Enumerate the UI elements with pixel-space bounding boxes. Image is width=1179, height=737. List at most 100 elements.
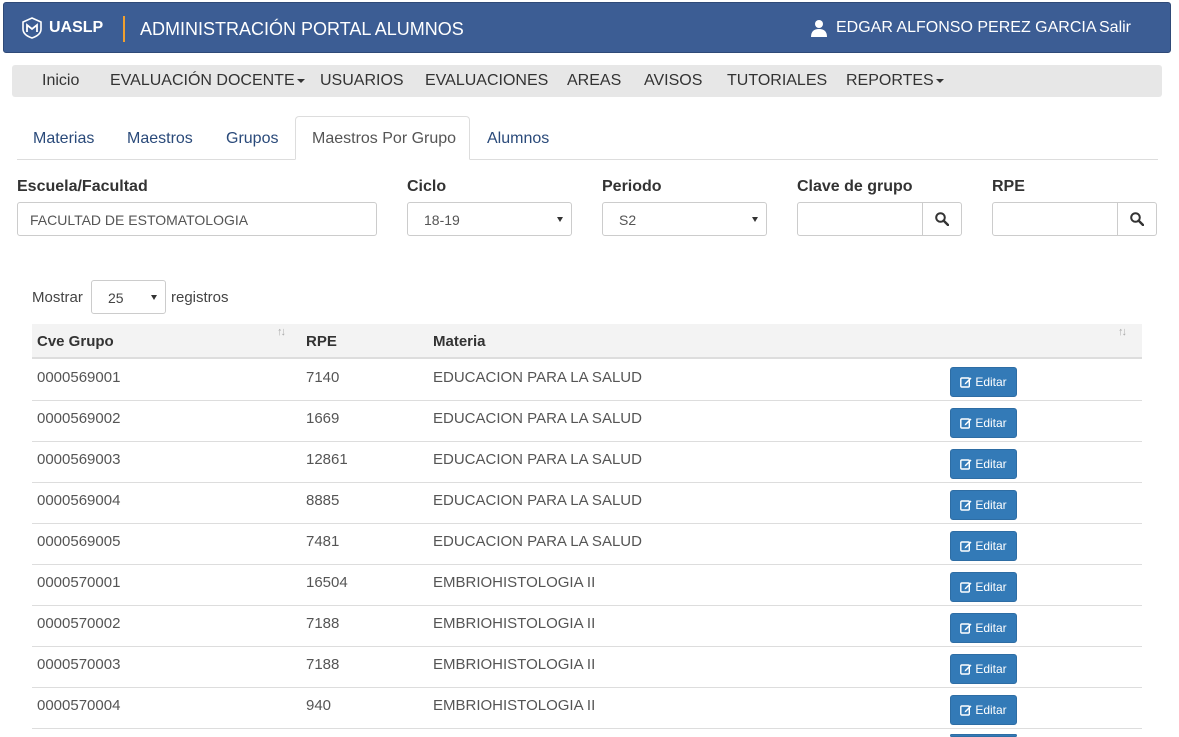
menu-item-label: REPORTES (846, 72, 934, 89)
select-arrow-icon (752, 217, 758, 222)
edit-icon (960, 418, 972, 429)
user-icon (810, 19, 828, 37)
logout-link[interactable]: Salir (1099, 19, 1131, 37)
menu-item-label: EVALUACIONES (425, 72, 549, 89)
edit-button[interactable]: Editar (950, 654, 1017, 684)
menu-item-label: AREAS (567, 72, 622, 89)
menu-item-label: EVALUACIÓN DOCENTE (110, 72, 295, 89)
caret-down-icon (296, 78, 305, 83)
edit-button[interactable]: Editar (950, 695, 1017, 725)
group-cell: 0000569001 (37, 369, 121, 386)
column-header-rpe[interactable]: RPE (306, 333, 337, 350)
tabs-divider (17, 159, 1158, 160)
tab-alumnos[interactable]: Alumnos (487, 130, 549, 148)
sort-icon[interactable]: ↑↓ (1118, 326, 1127, 338)
menu-item-inicio[interactable]: Inicio (42, 72, 79, 90)
table-header: Cve Grupo ↑↓ RPE Materia ↑↓ (32, 324, 1142, 359)
subject-cell: EDUCACION PARA LA SALUD (433, 410, 642, 427)
cycle-label: Ciclo (407, 178, 447, 195)
group-cell: 0000569002 (37, 410, 121, 427)
menu-item-label: TUTORIALES (727, 72, 828, 89)
rpe-input[interactable] (992, 202, 1118, 236)
edit-icon (960, 377, 972, 388)
edit-button[interactable]: Editar (950, 408, 1017, 438)
table-row: 0000570004 940 EMBRIOHISTOLOGIA II Edita… (32, 688, 1142, 729)
period-value: S2 (619, 212, 637, 228)
table-row: 0000570002 7188 EMBRIOHISTOLOGIA II Edit… (32, 606, 1142, 647)
tab-maestros-por-grupo[interactable]: Maestros Por Grupo (295, 116, 470, 160)
edit-button[interactable]: Editar (950, 572, 1017, 602)
length-select[interactable]: 25 (91, 280, 166, 314)
main-menu: Inicio EVALUACIÓN DOCENTE USUARIOS EVALU… (12, 65, 1162, 97)
menu-item-evaluacion-docente[interactable]: EVALUACIÓN DOCENTE (110, 72, 305, 90)
table-row: 0000569003 12861 EDUCACION PARA LA SALUD… (32, 442, 1142, 483)
table-row: 0000569005 7481 EDUCACION PARA LA SALUD … (32, 524, 1142, 565)
edit-icon (960, 664, 972, 675)
length-suffix: registros (171, 289, 229, 306)
length-value: 25 (108, 290, 124, 306)
subject-cell: EMBRIOHISTOLOGIA II (433, 615, 596, 632)
rpe-search-button[interactable] (1117, 202, 1157, 236)
user-name: EDGAR ALFONSO PEREZ GARCIA (836, 19, 1097, 36)
edit-button[interactable]: Editar (950, 449, 1017, 479)
school-value: FACULTAD DE ESTOMATOLOGIA (30, 212, 249, 228)
tab-maestros[interactable]: Maestros (127, 130, 193, 148)
subject-cell: EMBRIOHISTOLOGIA II (433, 574, 596, 591)
menu-item-label: Inicio (42, 72, 80, 89)
edit-button-label: Editar (975, 375, 1007, 389)
group-cell: 0000570001 (37, 574, 121, 591)
menu-item-evaluaciones[interactable]: EVALUACIONES (425, 72, 548, 90)
sort-icon[interactable]: ↑↓ (277, 326, 286, 338)
edit-icon (960, 705, 972, 716)
table-row: 0000569001 7140 EDUCACION PARA LA SALUD … (32, 360, 1142, 401)
rpe-cell: 7481 (306, 533, 340, 550)
subject-cell: EDUCACION PARA LA SALUD (433, 533, 642, 550)
menu-item-reportes[interactable]: REPORTES (846, 72, 944, 90)
menu-item-avisos[interactable]: AVISOS (644, 72, 702, 90)
menu-item-label: AVISOS (644, 72, 703, 89)
menu-item-areas[interactable]: AREAS (567, 72, 621, 90)
group-cell: 0000569003 (37, 451, 121, 468)
subject-cell: EMBRIOHISTOLOGIA II (433, 656, 596, 673)
edit-icon (960, 582, 972, 593)
edit-icon (960, 541, 972, 552)
menu-item-tutoriales[interactable]: TUTORIALES (727, 72, 827, 90)
edit-button[interactable]: Editar (950, 613, 1017, 643)
search-icon (935, 212, 949, 226)
rpe-cell: 7140 (306, 369, 340, 386)
search-icon (1130, 212, 1144, 226)
select-arrow-icon (151, 295, 157, 300)
edit-button-label: Editar (975, 703, 1007, 717)
edit-button[interactable]: Editar (950, 367, 1017, 397)
tab-grupos[interactable]: Grupos (226, 130, 278, 148)
group-key-input[interactable] (797, 202, 923, 236)
brand-logo[interactable]: UASLP (21, 17, 103, 39)
group-cell: 0000569005 (37, 533, 121, 550)
column-header-cve-grupo[interactable]: Cve Grupo (37, 333, 114, 350)
edit-icon (960, 500, 972, 511)
rpe-cell: 12861 (306, 451, 348, 468)
app-title: ADMINISTRACIÓN PORTAL ALUMNOS (140, 19, 464, 39)
tab-label: Maestros Por Grupo (312, 130, 457, 147)
group-key-search-button[interactable] (922, 202, 962, 236)
column-header-materia[interactable]: Materia (433, 333, 486, 350)
school-field[interactable]: FACULTAD DE ESTOMATOLOGIA (17, 202, 377, 236)
select-arrow-icon (557, 217, 563, 222)
tab-materias[interactable]: Materias (33, 130, 94, 148)
cycle-value: 18-19 (424, 212, 460, 228)
edit-button[interactable]: Editar (950, 490, 1017, 520)
menu-item-label: USUARIOS (320, 72, 404, 89)
edit-button[interactable]: Editar (950, 531, 1017, 561)
period-select[interactable]: S2 (602, 202, 767, 236)
subject-cell: EDUCACION PARA LA SALUD (433, 492, 642, 509)
user-menu[interactable]: EDGAR ALFONSO PEREZ GARCIA (810, 19, 1097, 37)
menu-item-usuarios[interactable]: USUARIOS (320, 72, 404, 90)
cycle-select[interactable]: 18-19 (407, 202, 572, 236)
edit-button-label: Editar (975, 621, 1007, 635)
edit-button-label: Editar (975, 457, 1007, 471)
group-cell: 0000569004 (37, 492, 121, 509)
group-cell: 0000570002 (37, 615, 121, 632)
table-row: 0000570001 16504 EMBRIOHISTOLOGIA II Edi… (32, 565, 1142, 606)
rpe-search (992, 202, 1157, 236)
university-shield-icon (21, 17, 43, 39)
